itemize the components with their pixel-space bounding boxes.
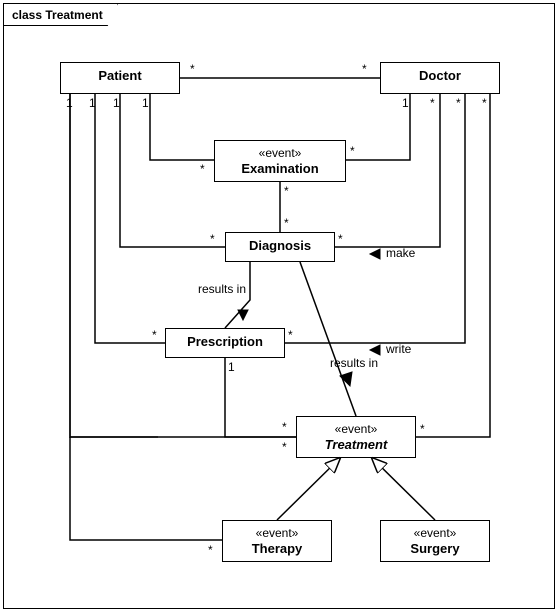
class-name: Prescription — [170, 334, 280, 350]
assoc-label-write: write — [386, 342, 411, 356]
class-diagnosis: Diagnosis — [225, 232, 335, 262]
class-surgery: «event» Surgery — [380, 520, 490, 562]
assoc-label-make: make — [386, 246, 415, 260]
mult-label: * — [430, 96, 435, 110]
mult-label: 1 — [113, 96, 120, 110]
class-stereotype: «event» — [385, 526, 485, 541]
mult-label: 1 — [66, 96, 73, 110]
mult-label: * — [350, 144, 355, 158]
class-therapy: «event» Therapy — [222, 520, 332, 562]
mult-label: * — [482, 96, 487, 110]
class-examination: «event» Examination — [214, 140, 346, 182]
mult-label: * — [210, 232, 215, 246]
class-prescription: Prescription — [165, 328, 285, 358]
mult-label: 1 — [142, 96, 149, 110]
frame-title: class Treatment — [4, 4, 118, 26]
class-name: Surgery — [385, 541, 485, 557]
class-name: Patient — [65, 68, 175, 84]
class-stereotype: «event» — [301, 422, 411, 437]
mult-label: * — [208, 543, 213, 557]
mult-label: * — [282, 420, 287, 434]
class-treatment: «event» Treatment — [296, 416, 416, 458]
mult-label: * — [456, 96, 461, 110]
mult-label: * — [420, 422, 425, 436]
class-name: Diagnosis — [230, 238, 330, 254]
mult-label: * — [362, 62, 367, 76]
assoc-label-results-in: results in — [330, 356, 378, 370]
mult-label: * — [288, 328, 293, 342]
mult-label: 1 — [402, 96, 409, 110]
diagram-canvas: class Treatment Patient Doctor «event» E… — [0, 0, 560, 614]
class-patient: Patient — [60, 62, 180, 94]
class-name: Treatment — [301, 437, 411, 453]
assoc-label-results-in: results in — [198, 282, 246, 296]
mult-label: * — [284, 184, 289, 198]
mult-label: * — [190, 62, 195, 76]
class-name: Therapy — [227, 541, 327, 557]
class-name: Doctor — [385, 68, 495, 84]
class-name: Examination — [219, 161, 341, 177]
mult-label: 1 — [228, 360, 235, 374]
mult-label: 1 — [89, 96, 96, 110]
class-doctor: Doctor — [380, 62, 500, 94]
class-stereotype: «event» — [227, 526, 327, 541]
mult-label: * — [152, 328, 157, 342]
mult-label: * — [282, 440, 287, 454]
mult-label: * — [200, 162, 205, 176]
class-stereotype: «event» — [219, 146, 341, 161]
mult-label: * — [284, 216, 289, 230]
mult-label: * — [338, 232, 343, 246]
